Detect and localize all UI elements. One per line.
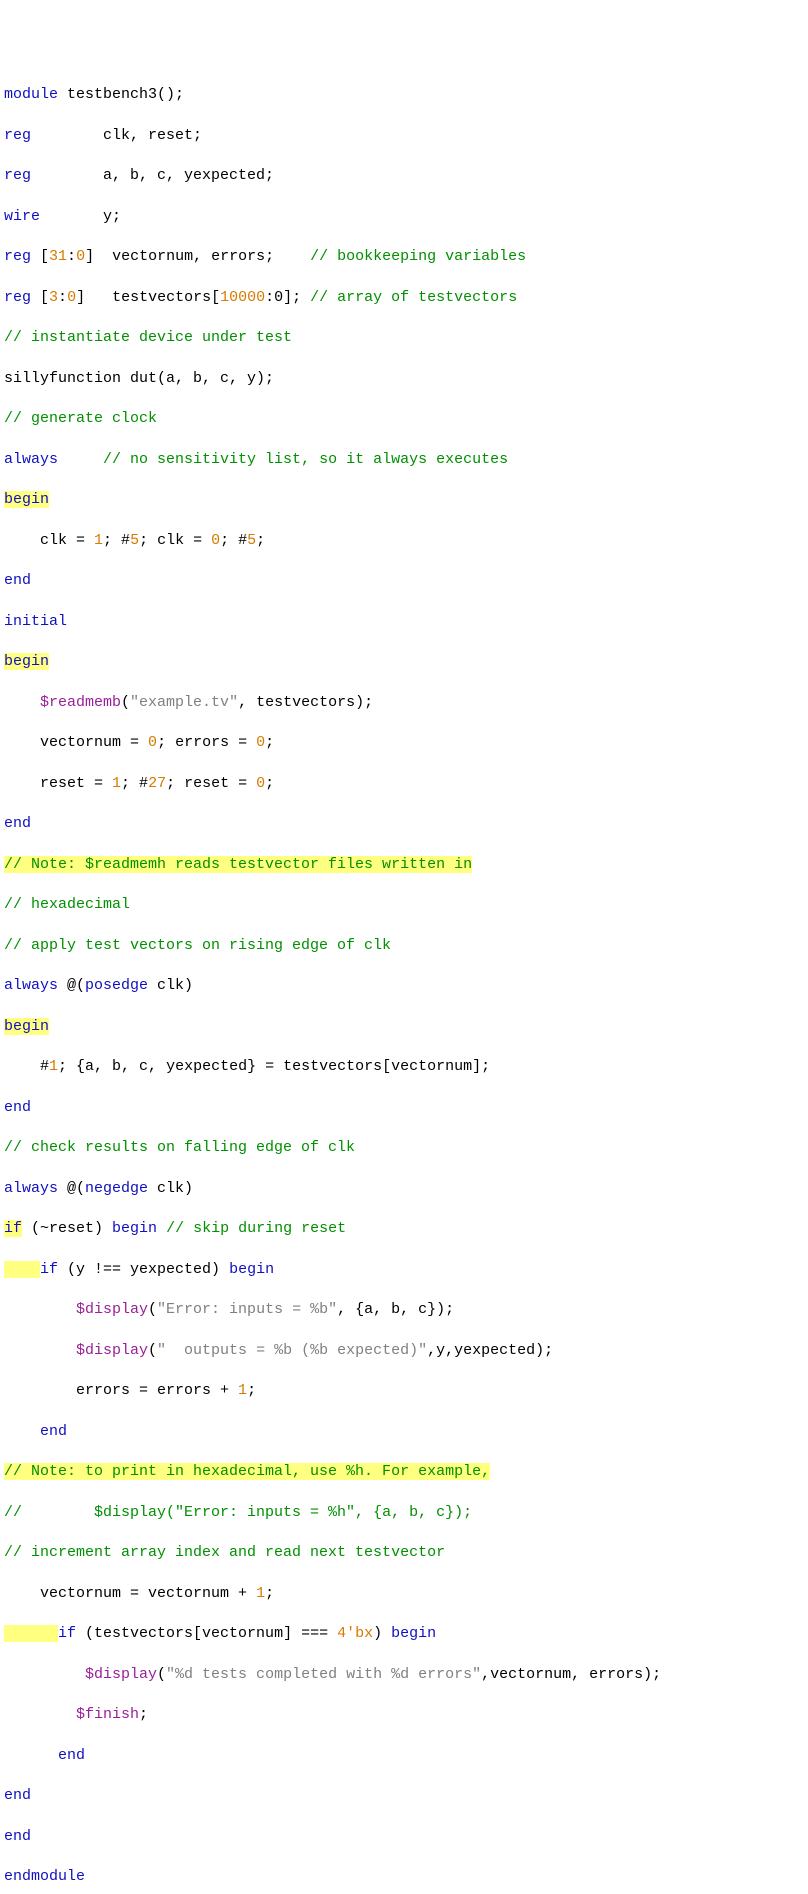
code-line-1: module testbench3(); — [4, 85, 804, 105]
code-line-14: initial — [4, 612, 804, 632]
code-line-44: end — [4, 1827, 804, 1847]
kw-initial: initial — [4, 613, 67, 630]
sys-finish: $finish — [76, 1706, 139, 1723]
code-line-21: // hexadecimal — [4, 895, 804, 915]
kw-posedge: posedge — [85, 977, 148, 994]
code-line-43: end — [4, 1786, 804, 1806]
kw-negedge: negedge — [85, 1180, 148, 1197]
kw-if: if — [4, 1220, 22, 1237]
kw-begin: begin — [4, 491, 49, 508]
kw-always: always — [4, 977, 58, 994]
comment: // increment array index and read next t… — [4, 1544, 445, 1561]
code-line-39: if (testvectors[vectornum] === 4'bx) beg… — [4, 1624, 804, 1644]
code-line-11: begin — [4, 490, 804, 510]
comment: // bookkeeping variables — [310, 248, 526, 265]
kw-end: end — [40, 1423, 67, 1440]
kw-reg: reg — [4, 167, 31, 184]
code-line-45: endmodule — [4, 1867, 804, 1887]
string-literal: " outputs = %b (%b expected)" — [157, 1342, 427, 1359]
comment: // apply test vectors on rising edge of … — [4, 937, 391, 954]
comment: // skip during reset — [166, 1220, 346, 1237]
code-line-7: // instantiate device under test — [4, 328, 804, 348]
code-line-32: $display(" outputs = %b (%b expected)",y… — [4, 1341, 804, 1361]
sys-readmemb: $readmemb — [40, 694, 121, 711]
code-line-33: errors = errors + 1; — [4, 1381, 804, 1401]
code-line-2: reg clk, reset; — [4, 126, 804, 146]
code-line-31: $display("Error: inputs = %b", {a, b, c}… — [4, 1300, 804, 1320]
code-line-6: reg [3:0] testvectors[10000:0]; // array… — [4, 288, 804, 308]
code-line-36: // $display("Error: inputs = %h", {a, b,… — [4, 1503, 804, 1523]
code-line-19: end — [4, 814, 804, 834]
code-line-3: reg a, b, c, yexpected; — [4, 166, 804, 186]
kw-always: always — [4, 451, 58, 468]
kw-begin: begin — [4, 653, 49, 670]
sys-display: $display — [76, 1342, 148, 1359]
code-line-30: if (y !== yexpected) begin — [4, 1260, 804, 1280]
sys-display: $display — [85, 1666, 157, 1683]
code-line-38: vectornum = vectornum + 1; — [4, 1584, 804, 1604]
code-line-26: end — [4, 1098, 804, 1118]
code-line-17: vectornum = 0; errors = 0; — [4, 733, 804, 753]
kw-end: end — [4, 1099, 31, 1116]
kw-if: if — [40, 1261, 58, 1278]
code-line-42: end — [4, 1746, 804, 1766]
kw-endmodule: endmodule — [4, 1868, 85, 1885]
code-line-41: $finish; — [4, 1705, 804, 1725]
kw-end: end — [58, 1747, 85, 1764]
comment: // Note: to print in hexadecimal, use %h… — [4, 1463, 490, 1480]
kw-end: end — [4, 572, 31, 589]
code-line-40: $display("%d tests completed with %d err… — [4, 1665, 804, 1685]
code-line-22: // apply test vectors on rising edge of … — [4, 936, 804, 956]
kw-module: module — [4, 86, 58, 103]
code-line-18: reset = 1; #27; reset = 0; — [4, 774, 804, 794]
comment-lead: // — [4, 1504, 94, 1521]
code-line-12: clk = 1; #5; clk = 0; #5; — [4, 531, 804, 551]
code-line-28: always @(negedge clk) — [4, 1179, 804, 1199]
kw-wire: wire — [4, 208, 40, 225]
kw-begin: begin — [4, 1018, 49, 1035]
code-line-27: // check results on falling edge of clk — [4, 1138, 804, 1158]
code-line-35: // Note: to print in hexadecimal, use %h… — [4, 1462, 804, 1482]
kw-if: if — [58, 1625, 76, 1642]
code-line-34: end — [4, 1422, 804, 1442]
code-line-25: #1; {a, b, c, yexpected} = testvectors[v… — [4, 1057, 804, 1077]
comment: $display("Error: inputs = %h", {a, b, c}… — [94, 1504, 472, 1521]
sys-display: $display — [76, 1301, 148, 1318]
comment: // no sensitivity list, so it always exe… — [103, 451, 508, 468]
string-literal: "%d tests completed with %d errors" — [166, 1666, 481, 1683]
code-line-15: begin — [4, 652, 804, 672]
code-line-24: begin — [4, 1017, 804, 1037]
code-line-23: always @(posedge clk) — [4, 976, 804, 996]
literal-4bx: 4'bx — [337, 1625, 373, 1642]
comment: // Note: $readmemh reads testvector file… — [4, 856, 472, 873]
code-line-10: always // no sensitivity list, so it alw… — [4, 450, 804, 470]
code-line-13: end — [4, 571, 804, 591]
code-line-29: if (~reset) begin // skip during reset — [4, 1219, 804, 1239]
comment: // check results on falling edge of clk — [4, 1139, 355, 1156]
kw-end: end — [4, 815, 31, 832]
kw-end: end — [4, 1787, 31, 1804]
code-line-8: sillyfunction dut(a, b, c, y); — [4, 369, 804, 389]
code-line-20: // Note: $readmemh reads testvector file… — [4, 855, 804, 875]
kw-reg: reg — [4, 289, 31, 306]
comment: // generate clock — [4, 410, 157, 427]
kw-begin: begin — [229, 1261, 274, 1278]
code-line-5: reg [31:0] vectornum, errors; // bookkee… — [4, 247, 804, 267]
comment: // array of testvectors — [310, 289, 517, 306]
kw-end: end — [4, 1828, 31, 1845]
code-line-16: $readmemb("example.tv", testvectors); — [4, 693, 804, 713]
comment: // instantiate device under test — [4, 329, 292, 346]
code-block: module testbench3(); reg clk, reset; reg… — [4, 65, 804, 1894]
kw-reg: reg — [4, 248, 31, 265]
code-line-9: // generate clock — [4, 409, 804, 429]
kw-always: always — [4, 1180, 58, 1197]
string-literal: "example.tv" — [130, 694, 238, 711]
kw-begin: begin — [112, 1220, 157, 1237]
comment: // hexadecimal — [4, 896, 130, 913]
kw-begin: begin — [391, 1625, 436, 1642]
code-line-37: // increment array index and read next t… — [4, 1543, 804, 1563]
string-literal: "Error: inputs = %b" — [157, 1301, 337, 1318]
code-line-4: wire y; — [4, 207, 804, 227]
kw-reg: reg — [4, 127, 31, 144]
